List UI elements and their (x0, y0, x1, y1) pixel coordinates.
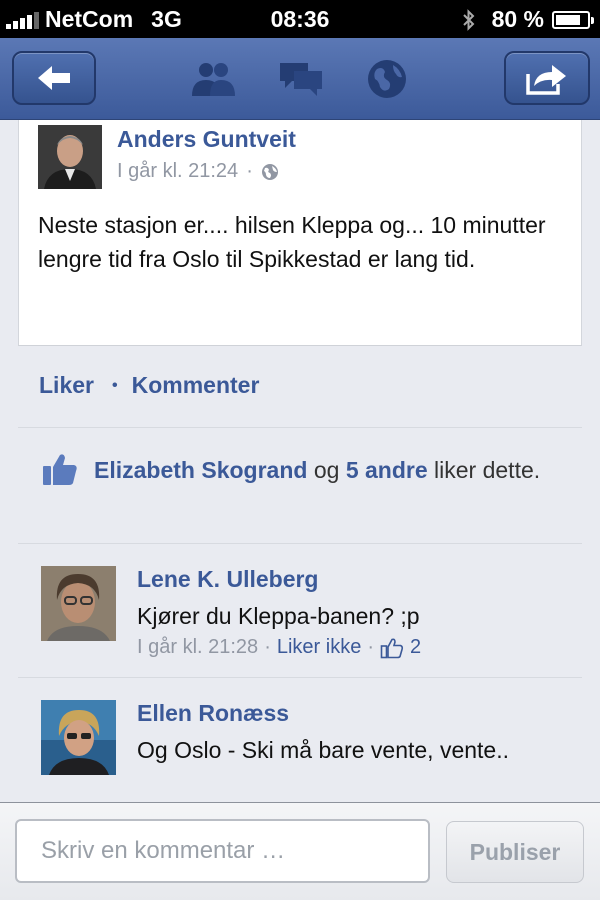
globe-icon (368, 60, 406, 98)
likes-suffix: liker dette. (427, 457, 541, 483)
comment-link[interactable]: Kommenter (132, 372, 260, 399)
comment-composer: Publiser (0, 802, 600, 900)
comment-like-count[interactable]: 2 (410, 636, 421, 659)
comment-text: Kjører du Kleppa-banen? ;p (137, 603, 420, 629)
share-icon (526, 65, 566, 95)
friends-requests-button[interactable] (188, 58, 238, 100)
comment-author[interactable]: Ellen Ronæss (137, 700, 289, 727)
post-author[interactable]: Anders Guntveit (117, 126, 296, 153)
action-row: Liker • Kommenter (39, 372, 259, 399)
commenter-photo (41, 566, 116, 641)
meta-separator: · (246, 160, 253, 182)
action-separator: • (111, 376, 118, 394)
comment-meta-separator: · (367, 636, 375, 658)
comment-item: Lene K. Ulleberg Kjører du Kleppa-banen?… (18, 544, 582, 678)
like-link[interactable]: Liker (39, 372, 94, 399)
comment-item: Ellen Ronæss Og Oslo - Ski må bare vente… (18, 678, 582, 802)
post-detail: Anders Guntveit I går kl. 21:24 · Neste … (18, 120, 582, 802)
back-arrow-icon (38, 66, 70, 90)
messages-button[interactable] (276, 58, 326, 100)
author-photo (38, 125, 102, 189)
post-timestamp[interactable]: I går kl. 21:24 (117, 160, 238, 183)
share-button[interactable] (504, 51, 590, 105)
public-globe-icon (261, 163, 278, 180)
navigation-bar (0, 38, 600, 120)
unlike-comment-link[interactable]: Liker ikke (277, 636, 361, 659)
comment-text: Og Oslo - Ski må bare vente, vente.. (137, 737, 509, 763)
author-avatar[interactable] (38, 125, 102, 189)
status-bar: NetCom 3G 08:36 80 % (0, 0, 600, 38)
post-card: Anders Guntveit I går kl. 21:24 · Neste … (18, 120, 582, 346)
post-body: Neste stasjon er.... hilsen Kleppa og...… (38, 212, 546, 272)
status-right: 80 % (462, 6, 594, 33)
messages-icon (280, 63, 322, 96)
likes-summary: Elizabeth Skogrand og 5 andre liker dett… (18, 428, 582, 544)
battery-percent: 80 % (491, 6, 544, 32)
notifications-button[interactable] (362, 58, 412, 100)
commenter-avatar[interactable] (41, 700, 116, 775)
comment-timestamp: I går kl. 21:28 (137, 636, 259, 658)
post-meta: I går kl. 21:24 · (117, 160, 279, 183)
bluetooth-icon (462, 8, 474, 31)
publish-button[interactable]: Publiser (446, 821, 584, 883)
liker-name[interactable]: Elizabeth Skogrand (94, 457, 307, 483)
comment-author[interactable]: Lene K. Ulleberg (137, 566, 318, 593)
likes-others-link[interactable]: 5 andre (346, 457, 428, 483)
likes-text: Elizabeth Skogrand og 5 andre liker dett… (94, 454, 564, 486)
post-actions: Liker • Kommenter (18, 346, 582, 428)
back-button[interactable] (12, 51, 96, 105)
comment-input[interactable] (15, 819, 430, 883)
thumbs-up-outline-icon[interactable] (380, 637, 404, 659)
commenter-avatar[interactable] (41, 566, 116, 641)
commenter-photo (41, 700, 116, 775)
battery-icon (552, 10, 594, 29)
friends-icon (192, 63, 235, 96)
likes-joiner: og (307, 457, 346, 483)
thumbs-up-icon (43, 454, 77, 485)
comment-meta-separator: · (264, 636, 271, 658)
comment-meta: I går kl. 21:28 · Liker ikke · 2 (137, 636, 421, 659)
battery-level (556, 14, 580, 25)
